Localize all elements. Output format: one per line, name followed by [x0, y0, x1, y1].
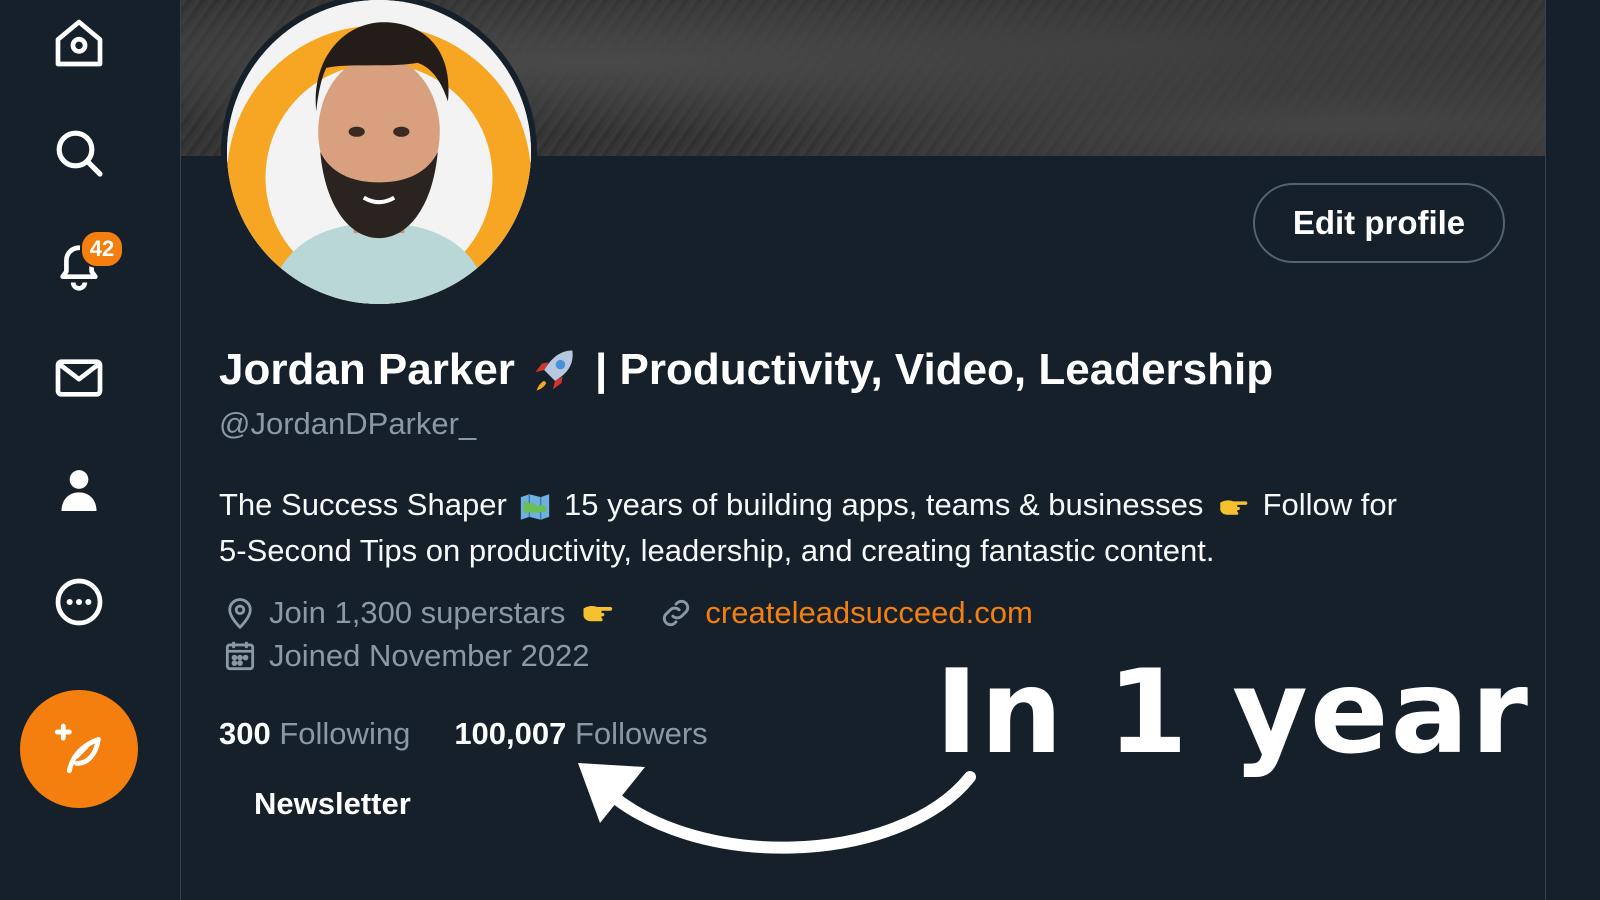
nav-profile[interactable]	[44, 455, 114, 525]
home-icon	[55, 19, 103, 67]
search-icon	[56, 130, 103, 177]
overlay-caption: In 1 year	[935, 645, 1530, 780]
display-name-row: Jordan Parker | Productivity, Video, Lea…	[219, 344, 1273, 396]
nav-messages[interactable]	[44, 343, 114, 413]
avatar-photo	[227, 0, 531, 304]
user-handle: @JordanDParker_	[219, 406, 477, 441]
profile-bio: The Success Shaper 15 years of building …	[219, 482, 1519, 574]
display-name: Jordan Parker	[219, 345, 515, 394]
nav-home[interactable]	[44, 8, 114, 78]
bio-part-2: 15 years of building apps, teams & busin…	[564, 487, 1204, 522]
followers-label: Followers	[575, 716, 708, 751]
location-text: Join 1,300 superstars	[269, 595, 566, 630]
avatar-illustration	[227, 0, 531, 304]
avatar[interactable]	[221, 0, 537, 310]
rocket-emoji-icon	[535, 350, 573, 391]
location-pin-icon	[228, 598, 252, 630]
follow-stats: 300 Following 100,007 Followers	[219, 716, 708, 752]
edit-profile-button[interactable]: Edit profile	[1253, 183, 1505, 263]
mail-icon	[55, 359, 103, 397]
profile-icon	[61, 470, 97, 511]
tab-newsletter[interactable]: Newsletter	[254, 786, 411, 822]
followers-count: 100,007	[454, 716, 567, 751]
link-icon	[663, 599, 690, 627]
joined-date: Joined November 2022	[269, 638, 590, 673]
following-count: 300	[219, 716, 271, 751]
nav-more[interactable]	[44, 567, 114, 637]
calendar-icon	[225, 641, 255, 671]
sidebar: 42	[0, 0, 178, 900]
bio-part-3: Follow for	[1262, 487, 1397, 522]
world-map-emoji-icon	[521, 494, 550, 520]
bio-line-2: 5-Second Tips on productivity, leadershi…	[219, 533, 1215, 568]
following-stat[interactable]: 300 Following	[219, 716, 410, 752]
bio-part-1: The Success Shaper	[219, 487, 507, 522]
nav-explore[interactable]	[44, 118, 114, 188]
followers-stat[interactable]: 100,007 Followers	[454, 716, 707, 752]
more-icon	[55, 578, 103, 626]
display-name-suffix: | Productivity, Video, Leadership	[594, 345, 1274, 394]
pointing-hand-emoji-icon	[1220, 500, 1248, 515]
joined-row: Joined November 2022	[221, 637, 590, 675]
curved-arrow-annotation	[578, 763, 976, 854]
pointing-hand-emoji-icon	[583, 606, 613, 622]
notification-badge: 42	[80, 230, 124, 268]
profile-meta-row: Join 1,300 superstars createleadsucceed.…	[221, 594, 1033, 632]
feather-plus-icon	[54, 723, 101, 774]
following-label: Following	[279, 716, 411, 751]
compose-button[interactable]	[20, 690, 138, 808]
website-link[interactable]: createleadsucceed.com	[705, 595, 1032, 631]
